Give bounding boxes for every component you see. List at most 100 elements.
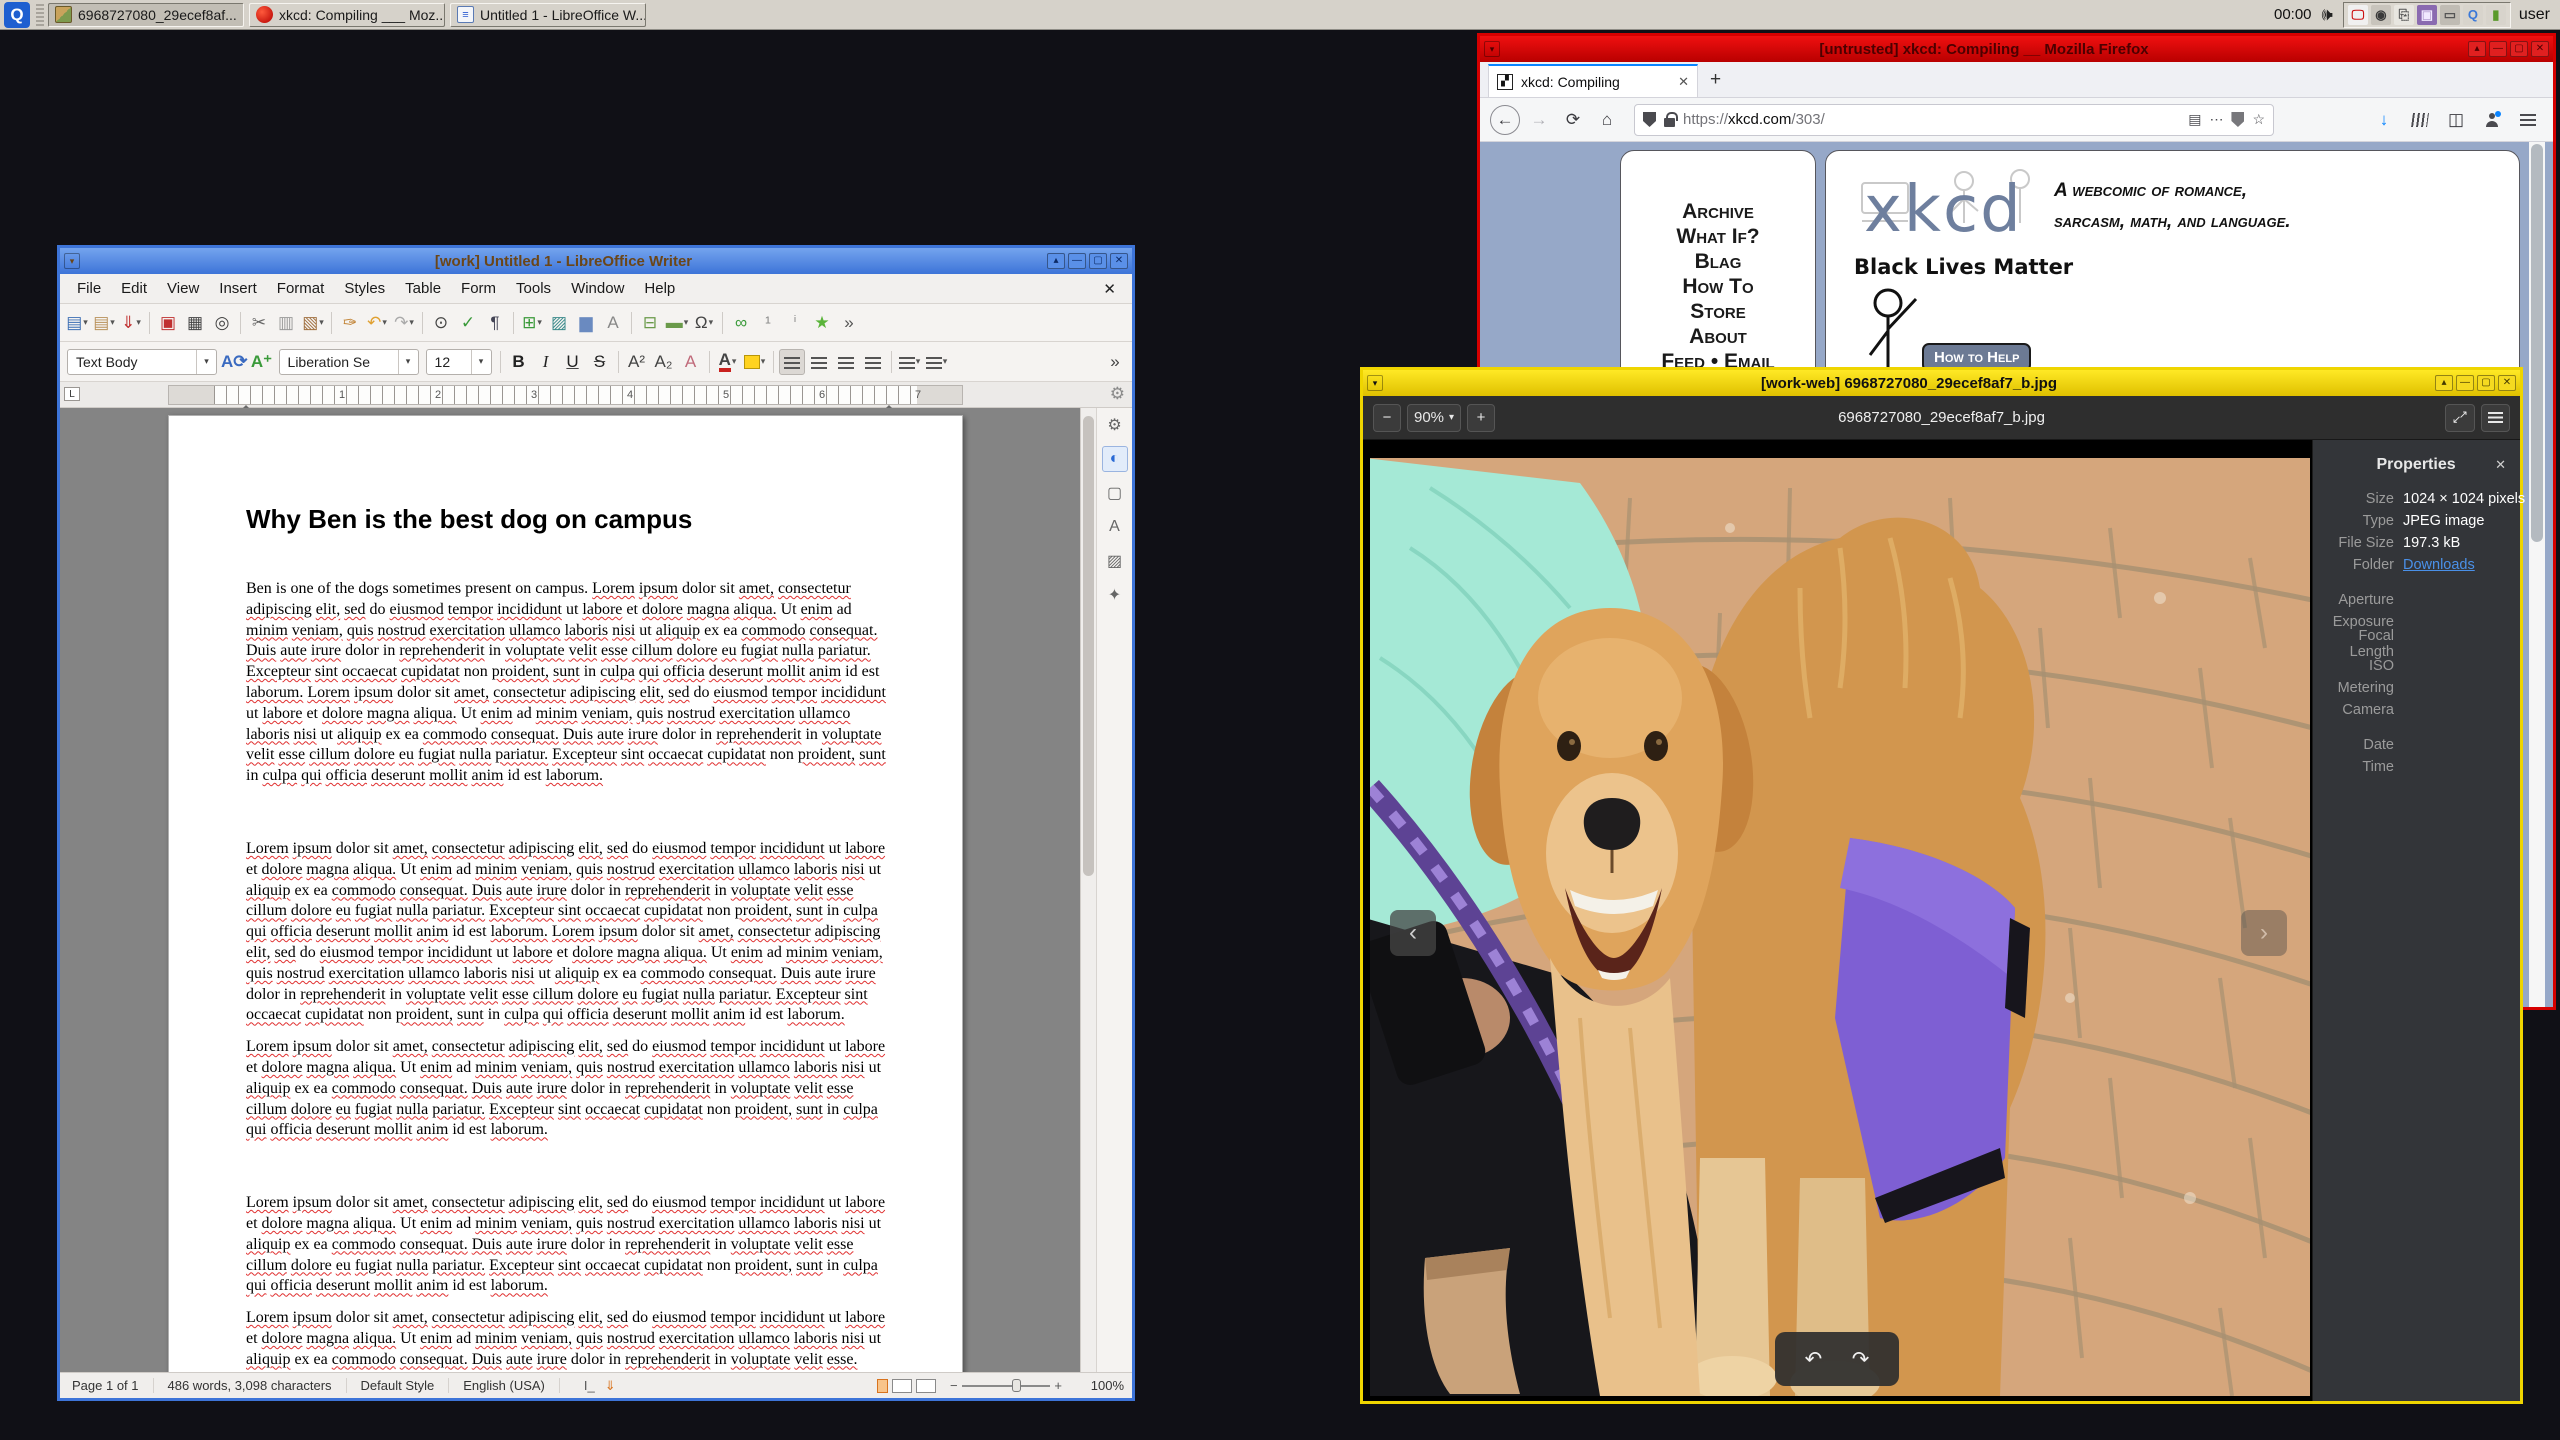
minimize-button[interactable]: —: [2456, 375, 2474, 391]
dropdown-arrow-icon[interactable]: ▾: [537, 317, 542, 328]
document-close-icon[interactable]: ✕: [1095, 280, 1124, 298]
minimize-button[interactable]: —: [1068, 253, 1086, 269]
battery-icon[interactable]: ▮: [2485, 4, 2506, 25]
insert-hyperlink-button[interactable]: ∞: [728, 310, 754, 336]
window-menu-icon[interactable]: ▾: [1484, 41, 1500, 57]
fullscreen-button[interactable]: ↗ ↙: [2445, 403, 2475, 432]
network-icon[interactable]: 🖵: [2347, 4, 2368, 25]
sep[interactable]: [418, 310, 427, 336]
library-icon[interactable]: [2405, 105, 2435, 135]
insert-footnote-button[interactable]: ¹: [755, 310, 781, 336]
menu-item[interactable]: Table: [396, 277, 450, 300]
taskbar-window-button[interactable]: xkcd: Compiling ___ Moz...: [249, 2, 445, 27]
cut-button[interactable]: ✂: [246, 310, 272, 336]
menu-item[interactable]: Help: [635, 277, 684, 300]
sep[interactable]: [614, 349, 623, 375]
sep[interactable]: [496, 349, 505, 375]
menu-item[interactable]: Window: [562, 277, 633, 300]
tab-close-icon[interactable]: ✕: [1678, 74, 1689, 90]
dropdown-arrow-icon[interactable]: ▾: [382, 317, 387, 328]
overflow-button[interactable]: »: [1102, 349, 1128, 375]
sidebar-properties-icon[interactable]: ◐: [1101, 446, 1128, 472]
multi-page-view-icon[interactable]: [892, 1378, 912, 1393]
close-button[interactable]: ✕: [2531, 41, 2549, 57]
font-name-select[interactable]: Liberation Se ▾: [278, 348, 419, 375]
superscript-button[interactable]: A²: [624, 349, 650, 375]
page-count[interactable]: Page 1 of 1: [68, 1378, 154, 1393]
sep[interactable]: [509, 310, 518, 336]
document-area[interactable]: Why Ben is the best dog on campus Ben is…: [60, 408, 1080, 1372]
sep[interactable]: [718, 310, 727, 336]
menu-item[interactable]: Form: [452, 277, 505, 300]
chevron-down-icon[interactable]: ▾: [397, 349, 418, 374]
sep[interactable]: [236, 310, 245, 336]
paragraph-style-select[interactable]: Text Body ▾: [67, 348, 217, 375]
update-style-button[interactable]: A⟳: [221, 349, 248, 375]
sidebar-settings-icon[interactable]: ⚙: [1102, 412, 1128, 438]
url-bar[interactable]: https://xkcd.com/303/ ▤ ⋯ ☆: [1634, 103, 2274, 136]
dog-photo[interactable]: [1370, 458, 2310, 1396]
align-left-button[interactable]: [778, 348, 805, 375]
qubes-icon[interactable]: Q: [2462, 4, 2483, 25]
menu-hamburger-icon[interactable]: [2481, 403, 2510, 432]
save-button[interactable]: ⇓ ▾: [118, 310, 144, 336]
sidebar-page-icon[interactable]: ▢: [1102, 480, 1128, 506]
scrollbar-thumb[interactable]: [1083, 416, 1094, 876]
taskbar-window-button[interactable]: 6968727080_29ecef8af...: [48, 2, 244, 27]
lock-icon[interactable]: ◉: [2370, 4, 2391, 25]
print-preview-button[interactable]: ◎: [209, 310, 235, 336]
shade-button[interactable]: ▴: [1047, 253, 1065, 269]
devices-icon[interactable]: ▣: [2416, 4, 2437, 25]
sep[interactable]: [327, 310, 336, 336]
find-replace-button[interactable]: ⊙: [428, 310, 454, 336]
formatting-marks-button[interactable]: ¶: [482, 310, 508, 336]
taskbar-window-button[interactable]: ≡ Untitled 1 - LibreOffice W...: [450, 2, 646, 27]
home-button[interactable]: ⌂: [1592, 105, 1622, 135]
menu-item[interactable]: Format: [268, 277, 334, 300]
clipboard-icon[interactable]: ⎘: [2393, 4, 2414, 25]
text-language[interactable]: English (USA): [449, 1378, 560, 1393]
chevron-down-icon[interactable]: ▾: [196, 349, 216, 374]
horizontal-ruler[interactable]: 1 2 3 4 5 6 7: [168, 385, 963, 410]
previous-image-button[interactable]: ‹: [1390, 910, 1436, 956]
undo-button[interactable]: ↶ ▾: [364, 310, 390, 336]
xkcd-nav-link[interactable]: What If?: [1621, 224, 1815, 249]
sidebar-settings-icon[interactable]: ⚙: [1110, 384, 1125, 404]
insert-mode-icon[interactable]: I_: [584, 1378, 595, 1393]
align-center-button[interactable]: [806, 349, 832, 375]
close-button[interactable]: ✕: [1110, 253, 1128, 269]
volume-icon[interactable]: 🕪: [2322, 4, 2333, 25]
single-page-view-icon[interactable]: [877, 1378, 888, 1393]
sep[interactable]: [705, 349, 714, 375]
sidebar-gallery-icon[interactable]: ▨: [1102, 548, 1128, 574]
sidebar-styles-icon[interactable]: A: [1102, 514, 1128, 540]
qubes-launcher-button[interactable]: Q: [4, 1, 30, 28]
dropdown-arrow-icon[interactable]: ▾: [409, 317, 414, 328]
page-break-button[interactable]: ⊟: [637, 310, 663, 336]
dropdown-arrow-icon[interactable]: ▾: [110, 317, 115, 328]
xkcd-nav-link[interactable]: Blag: [1621, 249, 1815, 274]
shade-button[interactable]: ▴: [2468, 41, 2486, 57]
sep[interactable]: [627, 310, 636, 336]
insert-endnote-button[interactable]: ⁱ: [782, 310, 808, 336]
insert-table-button[interactable]: ⊞ ▾: [519, 310, 545, 336]
menu-item[interactable]: Tools: [507, 277, 560, 300]
menu-item[interactable]: Insert: [210, 277, 266, 300]
export-pdf-button[interactable]: ▣: [155, 310, 181, 336]
forward-button[interactable]: →: [1524, 105, 1554, 135]
bookmark-star-icon[interactable]: ☆: [2252, 111, 2265, 128]
account-icon[interactable]: [2477, 105, 2507, 135]
insert-chart-button[interactable]: ▆: [573, 310, 599, 336]
scrollbar-thumb[interactable]: [2531, 144, 2543, 542]
writer-titlebar[interactable]: ▾ [work] Untitled 1 - LibreOffice Writer…: [60, 248, 1132, 274]
zoom-in-icon[interactable]: +: [1050, 1378, 1066, 1393]
italic-button[interactable]: I: [533, 349, 559, 375]
viewer-titlebar[interactable]: ▾ [work-web] 6968727080_29ecef8af7_b.jpg…: [1363, 370, 2520, 396]
lock-icon[interactable]: [1664, 111, 1678, 127]
clear-formatting-button[interactable]: A: [678, 349, 704, 375]
page-actions-icon[interactable]: ⋯: [2209, 111, 2223, 128]
dropdown-arrow-icon[interactable]: ▾: [709, 317, 714, 328]
page-style[interactable]: Default Style: [347, 1378, 450, 1393]
dropdown-arrow-icon[interactable]: ▾: [83, 317, 88, 328]
align-justify-button[interactable]: [860, 349, 886, 375]
